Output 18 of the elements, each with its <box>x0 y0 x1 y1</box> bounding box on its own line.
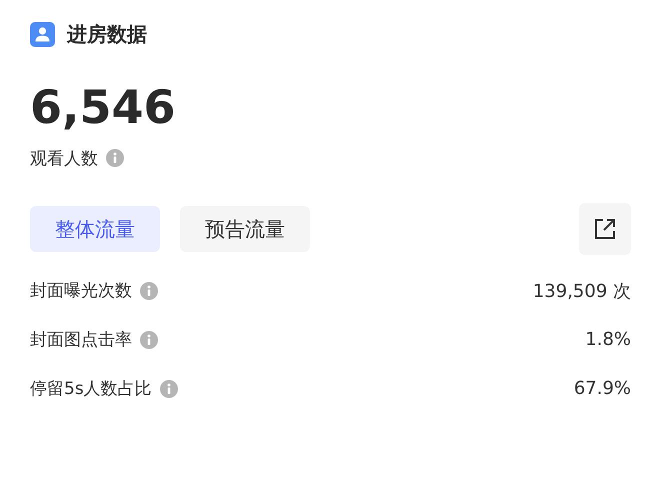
external-link-icon <box>593 217 617 241</box>
metric-value: 139,509 次 <box>532 280 631 302</box>
person-icon <box>30 22 55 46</box>
metric-value: 1.8% <box>585 329 631 350</box>
metric-label: 封面曝光次数 <box>30 280 132 302</box>
viewer-count: 6,546 <box>30 79 177 135</box>
info-icon[interactable] <box>140 282 158 300</box>
export-button[interactable] <box>579 203 631 255</box>
metric-label: 封面图点击率 <box>30 329 132 351</box>
tab[interactable]: 预告流量 <box>180 206 310 252</box>
section-title: 进房数据 <box>67 20 147 48</box>
metric-value: 67.9% <box>574 378 631 399</box>
viewer-count-label: 观看人数 <box>30 148 98 170</box>
info-icon[interactable] <box>140 330 158 348</box>
tab[interactable]: 整体流量 <box>30 206 160 252</box>
metric-label: 停留5s人数占比 <box>30 378 152 400</box>
info-icon[interactable] <box>106 149 124 167</box>
info-icon[interactable] <box>160 380 178 398</box>
